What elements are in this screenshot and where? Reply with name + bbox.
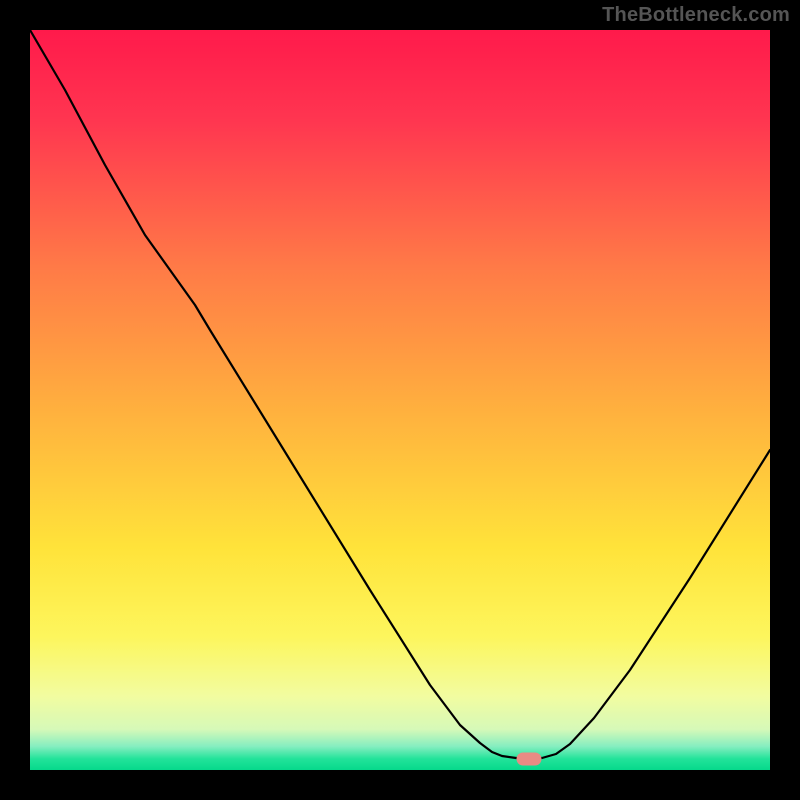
chart-svg [30,30,770,770]
watermark-text: TheBottleneck.com [602,4,790,27]
gradient-background [30,30,770,770]
plot-area [30,30,770,770]
chart-frame: TheBottleneck.com [0,0,800,800]
optimal-point-marker [517,753,541,765]
